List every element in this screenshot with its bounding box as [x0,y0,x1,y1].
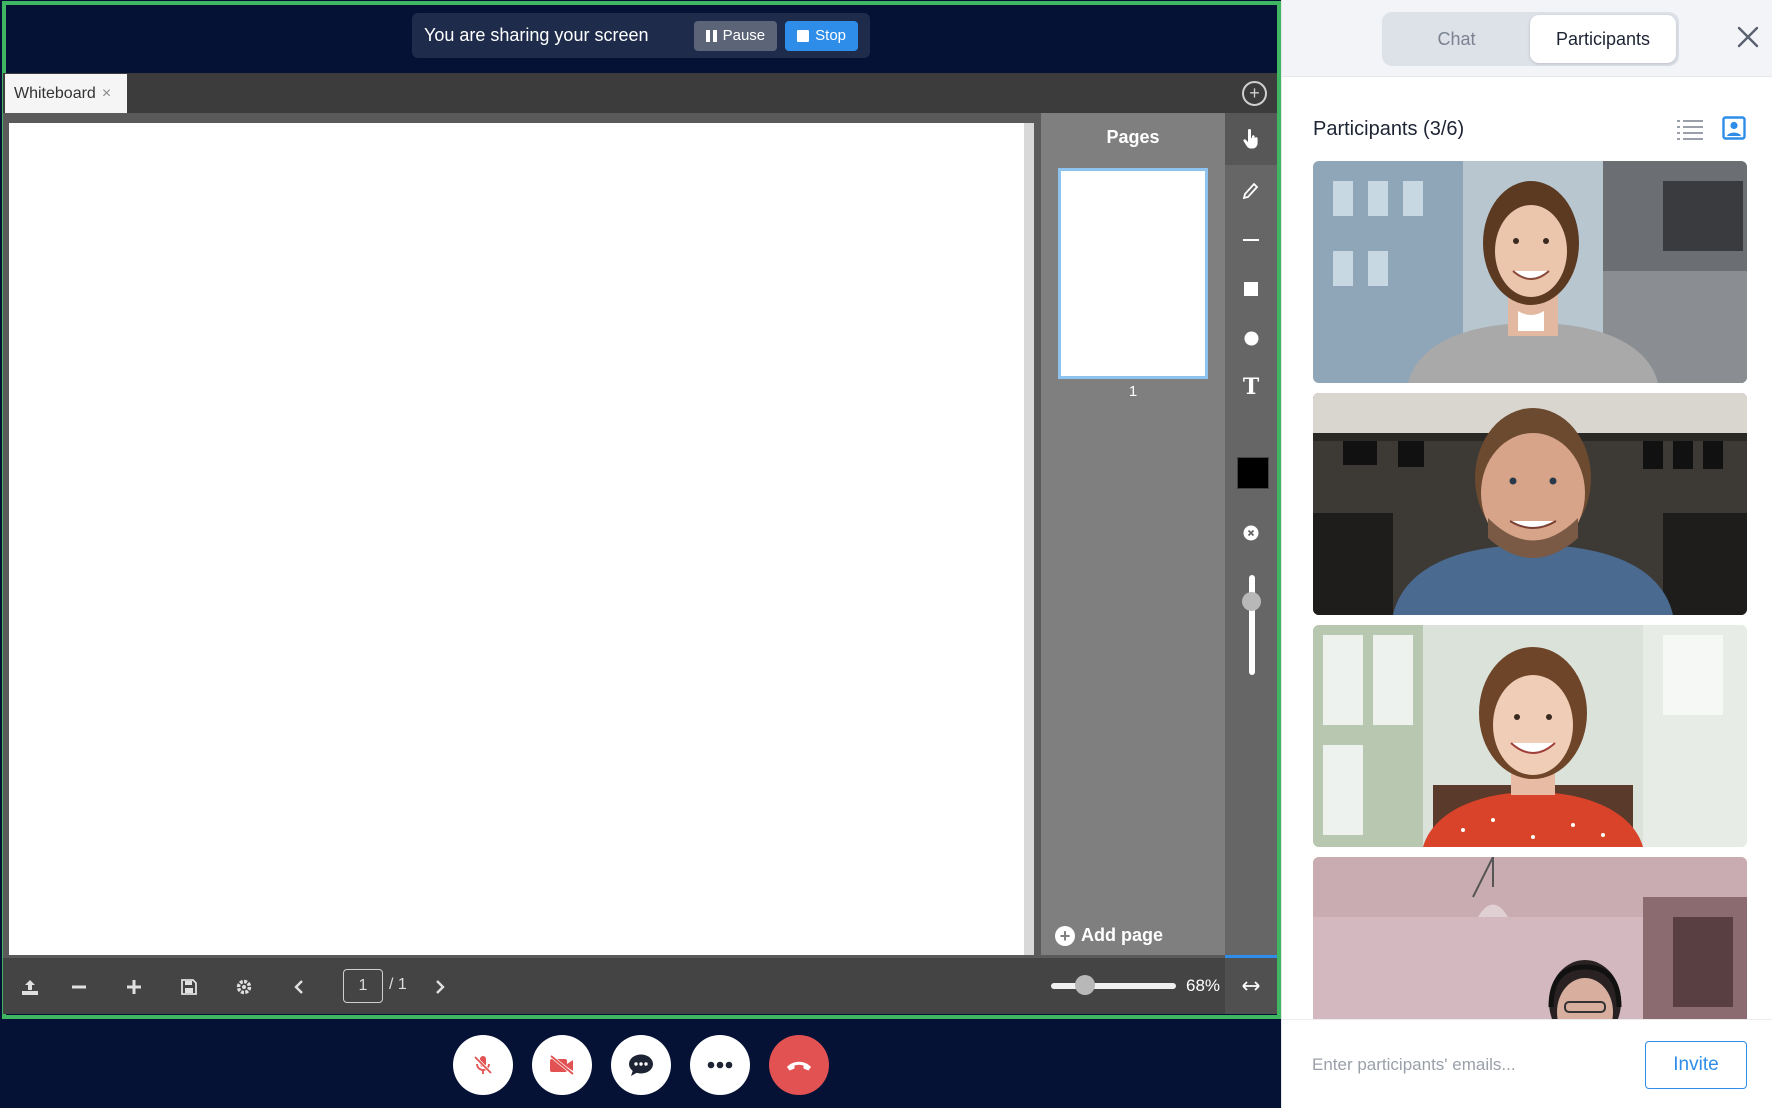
add-page-button[interactable]: + Add page [1055,925,1163,946]
rectangle-tool[interactable] [1225,263,1277,315]
line-icon [1243,239,1259,241]
plus-icon [127,980,141,994]
page-thumbnail-number: 1 [1128,383,1138,400]
save-button[interactable] [175,973,203,1001]
color-swatch[interactable] [1237,457,1269,489]
add-tab-icon[interactable]: + [1242,81,1267,106]
line-tool[interactable] [1225,214,1277,266]
chat-toggle-button[interactable] [611,1035,671,1095]
screen-share-banner: You are sharing your screen Pause Stop [412,13,870,58]
whiteboard-footer: 1 / 1 68% [3,955,1277,1014]
pointer-icon [1243,129,1258,149]
circle-tool[interactable] [1225,312,1277,364]
pages-panel: Pages 1 + Add page [1041,113,1225,955]
text-icon: T [1242,374,1260,400]
whiteboard-canvas[interactable] [9,123,1034,955]
participant-video-1 [1313,161,1747,383]
next-page-button[interactable] [426,973,454,1001]
pause-label: Pause [722,27,766,44]
invite-email-input[interactable] [1312,1050,1602,1080]
share-status-text: You are sharing your screen [424,25,649,45]
fit-width-button[interactable] [1225,955,1277,1014]
pages-title: Pages [1106,127,1160,147]
pencil-tool[interactable] [1225,165,1277,217]
tab-whiteboard-label: Whiteboard [14,84,96,102]
eraser-tool[interactable] [1225,507,1277,559]
upload-icon [22,980,38,995]
zoom-slider[interactable] [1051,983,1176,989]
brush-size-slider[interactable] [1249,575,1255,675]
chevron-left-icon [294,980,303,994]
tab-participants[interactable]: Participants [1530,15,1676,63]
participants-sidebar: Chat Participants Participants (3/6) Ent… [1281,0,1772,1108]
drawing-toolbar: T [1225,113,1277,955]
tab-chat[interactable]: Chat [1385,15,1528,63]
page-number-input[interactable]: 1 [343,969,383,1003]
end-call-icon [787,1061,811,1071]
chat-icon [629,1054,653,1076]
participant-video-tile[interactable] [1313,857,1747,1019]
participant-video-2 [1313,393,1747,615]
eraser-icon [1243,525,1259,541]
participant-video-3 [1313,625,1747,847]
fit-width-icon [1242,981,1260,991]
participants-title: Participants (3/6) [1313,118,1465,140]
sidebar-header: Chat Participants [1282,0,1772,77]
previous-page-button[interactable] [285,973,313,1001]
text-tool[interactable]: T [1225,361,1277,413]
invite-button[interactable]: Invite [1645,1041,1747,1089]
pause-sharing-button[interactable]: Pause [693,20,778,51]
stop-icon [797,29,810,42]
pointer-tool[interactable] [1225,113,1277,165]
mic-off-icon [473,1055,493,1075]
participant-video-tile[interactable] [1313,625,1747,847]
list-view-icon[interactable] [1677,118,1703,140]
chevron-right-icon [436,980,445,994]
stop-label: Stop [815,27,846,44]
add-circle-icon: + [1055,925,1075,946]
circle-icon [1244,331,1258,345]
zoom-out-button[interactable] [65,973,93,1001]
sidebar-tab-switcher: Chat Participants [1382,12,1679,66]
participant-video-tile[interactable] [1313,393,1747,615]
page-thumbnail[interactable] [1058,168,1208,379]
end-call-button[interactable] [769,1035,829,1095]
zoom-level: 68% [1186,976,1221,995]
more-options-button[interactable] [690,1035,750,1095]
whiteboard-body: Pages 1 + Add page T [3,113,1277,955]
stop-sharing-button[interactable]: Stop [785,20,858,51]
brush-size-handle[interactable] [1242,592,1261,611]
save-icon [181,979,197,995]
participant-video-tile[interactable] [1313,161,1747,383]
invite-bar: Invite [1282,1019,1772,1108]
settings-button[interactable] [230,973,258,1001]
zoom-slider-handle[interactable] [1075,975,1095,995]
tab-whiteboard[interactable]: Whiteboard × [5,74,127,113]
participant-video-4 [1313,857,1747,1019]
whiteboard-tab-bar: Whiteboard × + [3,73,1277,113]
close-icon[interactable] [1735,24,1761,50]
camera-toggle-button[interactable] [532,1035,592,1095]
mute-microphone-button[interactable] [453,1035,513,1095]
add-page-label: Add page [1081,925,1164,945]
meeting-stage: You are sharing your screen Pause Stop W… [0,0,1281,1108]
more-icon [707,1061,733,1069]
pause-icon [705,29,717,42]
camera-off-icon [549,1054,575,1076]
rectangle-icon [1244,282,1258,296]
minus-icon [72,985,86,989]
call-controls [453,1035,829,1095]
page-total: / 1 [389,976,407,993]
participant-video-list [1313,161,1747,1019]
pencil-icon [1243,182,1259,200]
gear-icon [236,979,252,995]
zoom-in-button[interactable] [120,973,148,1001]
close-tab-icon[interactable]: × [102,85,111,103]
upload-button[interactable] [16,973,44,1001]
gallery-view-icon[interactable] [1722,116,1746,140]
